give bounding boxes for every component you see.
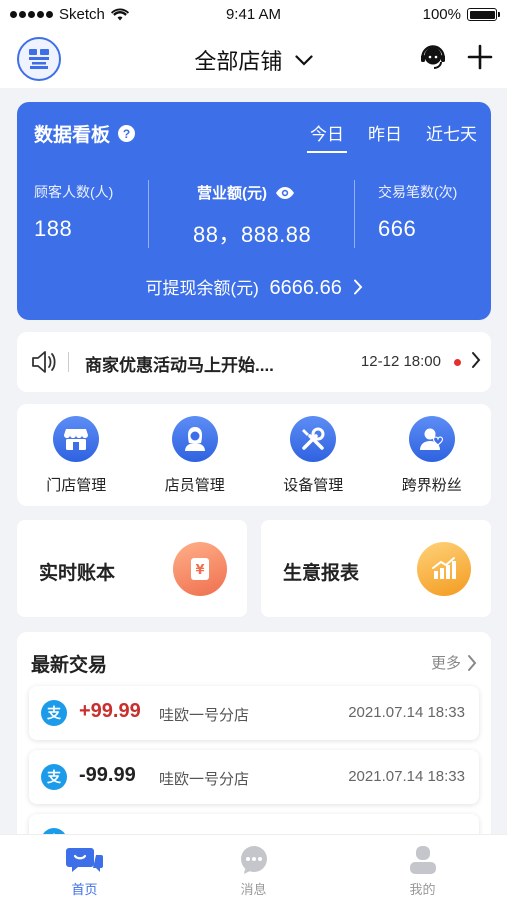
headset-icon[interactable] <box>419 43 447 71</box>
section-title: 最新交易 <box>31 655 108 676</box>
transaction-store: 哇欧一号分店 <box>159 707 250 724</box>
tools-icon <box>290 416 337 462</box>
withdraw-amount: 6666.66 <box>269 277 342 299</box>
battery-icon <box>467 8 500 21</box>
chart-icon <box>417 542 471 596</box>
nav-actions <box>419 43 493 71</box>
announcement-text: 商家优惠活动马上开始.... <box>85 356 274 375</box>
divider <box>354 180 355 248</box>
menu-item-crossover-fans[interactable]: 跨界粉丝 <box>373 404 492 506</box>
tab-home[interactable]: 首页 <box>0 835 169 900</box>
chevron-right-icon <box>353 279 362 295</box>
divider <box>148 180 149 248</box>
tab-yesterday[interactable]: 昨日 <box>368 120 402 153</box>
menu-item-label: 设备管理 <box>283 477 344 494</box>
more-label: 更多 <box>430 655 461 672</box>
ledger-icon: ¥ <box>173 542 227 596</box>
data-dashboard: 数据看板 ? 今日 昨日 近七天 顾客人数(人) 188 营业额(元) 88，8… <box>17 102 491 320</box>
chevron-right-icon <box>468 654 477 671</box>
user-icon <box>409 846 436 874</box>
withdraw-balance[interactable]: 可提现余额(元) 6666.66 <box>17 274 491 300</box>
transaction-row[interactable]: 支 -99.99 哇欧一号分店 2021.07.14 18:33 <box>29 750 479 804</box>
tab-label: 首页 <box>71 882 98 897</box>
alipay-icon: 支 <box>41 700 67 726</box>
tab-last-seven-days[interactable]: 近七天 <box>426 120 477 153</box>
eye-icon[interactable] <box>275 186 295 200</box>
card-label: 生意报表 <box>283 563 360 584</box>
alipay-icon: 支 <box>41 764 67 790</box>
period-tabs: 今日 昨日 近七天 <box>307 120 477 153</box>
menu-item-label: 门店管理 <box>46 477 107 494</box>
menu-item-label: 店员管理 <box>164 477 225 494</box>
message-icon <box>240 846 267 874</box>
menu-item-label: 跨界粉丝 <box>401 477 462 494</box>
latest-transactions: 最新交易 更多 支 +99.99 哇欧一号分店 2021.07.14 18:33… <box>17 632 491 842</box>
tab-label: 消息 <box>240 882 267 897</box>
metric-label: 顾客人数(人) <box>34 184 114 200</box>
more-link[interactable]: 更多 <box>431 652 477 673</box>
dashboard-title: 数据看板 ? <box>34 120 136 147</box>
battery-info: 100% <box>422 6 500 23</box>
chevron-down-icon <box>294 55 313 66</box>
menu-item-store-management[interactable]: 门店管理 <box>17 404 136 506</box>
transaction-time: 2021.07.14 18:33 <box>348 768 465 785</box>
realtime-ledger-card[interactable]: 实时账本 ¥ <box>17 520 247 617</box>
store-icon <box>53 416 100 462</box>
tab-profile[interactable]: 我的 <box>338 835 507 900</box>
tab-today[interactable]: 今日 <box>307 120 347 153</box>
tab-messages[interactable]: 消息 <box>169 835 338 900</box>
business-report-card[interactable]: 生意报表 <box>261 520 491 617</box>
home-chat-icon <box>65 848 103 872</box>
speaker-icon <box>32 351 56 373</box>
store-selector-label: 全部店铺 <box>194 49 283 74</box>
announcement-bar[interactable]: 商家优惠活动马上开始.... 12-12 18:00 <box>17 332 491 392</box>
metric-revenue-header: 营业额(元) <box>193 182 363 203</box>
bottom-tab-bar: 首页 消息 我的 <box>0 834 507 900</box>
unread-dot <box>454 359 461 366</box>
withdraw-label: 可提现余额(元) <box>145 279 259 298</box>
metric-value: 188 <box>34 216 73 241</box>
card-label: 实时账本 <box>39 563 116 584</box>
menu-item-staff-management[interactable]: 店员管理 <box>136 404 255 506</box>
metric-value: 666 <box>378 216 417 241</box>
announcement-date: 12-12 18:00 <box>360 353 441 370</box>
transaction-row[interactable]: 支 +99.99 哇欧一号分店 2021.07.14 18:33 <box>29 686 479 740</box>
chevron-right-icon <box>472 352 481 368</box>
metric-customers: 顾客人数(人) 188 <box>34 182 113 242</box>
question-icon[interactable]: ? <box>118 125 136 142</box>
transaction-amount: -99.99 <box>79 764 136 786</box>
metric-revenue: 营业额(元) 88，888.88 <box>193 182 363 249</box>
status-bar: Sketch 9:41 AM 100% <box>0 0 507 30</box>
tab-label: 我的 <box>409 882 436 897</box>
battery-percent: 100% <box>422 6 461 23</box>
transaction-amount: +99.99 <box>79 700 141 722</box>
function-menu: 门店管理 店员管理 设备管理 跨界粉丝 <box>17 404 491 506</box>
transaction-time: 2021.07.14 18:33 <box>348 704 465 721</box>
plus-icon[interactable] <box>467 44 493 70</box>
fans-icon <box>408 416 455 462</box>
top-nav: 全部店铺 <box>0 30 507 88</box>
metric-value: 88，888.88 <box>193 222 312 247</box>
metric-label: 交易笔数(次) <box>378 184 458 200</box>
staff-icon <box>171 416 218 462</box>
metric-transactions: 交易笔数(次) 666 <box>378 182 457 242</box>
svg-text:¥: ¥ <box>195 563 204 578</box>
dashboard-title-text: 数据看板 <box>34 125 111 146</box>
menu-item-device-management[interactable]: 设备管理 <box>254 404 373 506</box>
divider <box>68 352 69 372</box>
transaction-store: 哇欧一号分店 <box>159 771 250 788</box>
metric-label: 营业额(元) <box>197 185 267 202</box>
